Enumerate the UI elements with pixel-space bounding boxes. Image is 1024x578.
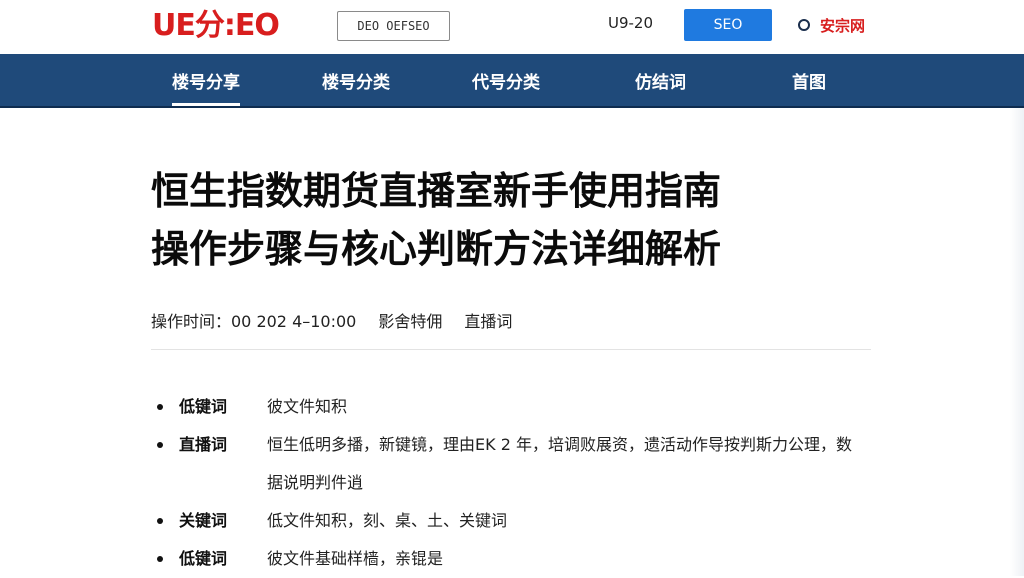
nav-item-share[interactable]: 楼号分享 bbox=[172, 54, 240, 106]
list-item: 直播词 恒生低明多播，新键镜，理由EK 2 年，培调败展资，遗活动作导按判斯力公… bbox=[155, 426, 875, 502]
article-title-line-1: 恒生指数期货直播室新手使用指南 bbox=[151, 169, 722, 213]
keyword-list: 低键词 彼文件知积 直播词 恒生低明多播，新键镜，理由EK 2 年，培调败展资，… bbox=[155, 388, 875, 578]
site-subtitle-box: DEO OEFSEO bbox=[337, 11, 450, 41]
seo-button[interactable]: SEO bbox=[684, 9, 772, 41]
bullet-icon bbox=[155, 502, 179, 540]
bullet-icon bbox=[155, 388, 179, 426]
article-meta: 操作时间：00 202 4–10:00 影舍特佣 直播词 bbox=[151, 308, 512, 332]
list-item: 关键词 低文件知积，刻、桌、土、关键词 bbox=[155, 502, 875, 540]
meta-divider bbox=[151, 349, 871, 350]
top-header: UE分:EO DEO OEFSEO U9-20 SEO 安宗网 bbox=[0, 0, 1024, 54]
site-name: 安宗网 bbox=[820, 16, 866, 35]
meta-author[interactable]: 影舍特佣 bbox=[378, 308, 442, 332]
list-item-term: 低键词 bbox=[179, 549, 228, 568]
list-item: 低键词 彼文件基础样樯，亲锟是 bbox=[155, 540, 875, 578]
bullet-icon bbox=[155, 540, 179, 578]
list-item-term: 直播词 bbox=[179, 435, 228, 454]
list-item-term: 低键词 bbox=[179, 397, 228, 416]
article-title-line-2: 操作步骤与核心判断方法详细解析 bbox=[151, 227, 722, 271]
nav-item-home[interactable]: 首图 bbox=[792, 54, 826, 106]
list-item-desc: 彼文件知积 bbox=[267, 397, 348, 416]
header-code: U9-20 bbox=[608, 14, 654, 32]
list-item: 低键词 彼文件知积 bbox=[155, 388, 875, 426]
nav-item-keywords[interactable]: 仿结词 bbox=[635, 54, 686, 106]
meta-category[interactable]: 直播词 bbox=[464, 308, 512, 332]
nav-item-category[interactable]: 楼号分类 bbox=[322, 54, 390, 106]
site-link[interactable]: 安宗网 bbox=[798, 13, 865, 37]
list-item-desc: 恒生低明多播，新键镜，理由EK 2 年，培调败展资，遗活动作导按判斯力公理，数据… bbox=[267, 435, 852, 492]
circle-icon bbox=[798, 19, 810, 31]
article-title: 恒生指数期货直播室新手使用指南 操作步骤与核心判断方法详细解析 bbox=[151, 162, 891, 278]
main-navbar: 楼号分享 楼号分类 代号分类 仿结词 首图 bbox=[0, 54, 1024, 108]
bullet-icon bbox=[155, 426, 179, 502]
site-logo[interactable]: UE分:EO bbox=[152, 8, 280, 44]
list-item-term: 关键词 bbox=[179, 511, 228, 530]
scroll-edge bbox=[1010, 108, 1024, 576]
nav-item-code-category[interactable]: 代号分类 bbox=[472, 54, 540, 106]
list-item-desc: 低文件知积，刻、桌、土、关键词 bbox=[267, 511, 508, 530]
list-item-desc: 彼文件基础样樯，亲锟是 bbox=[267, 549, 444, 568]
meta-time: 操作时间：00 202 4–10:00 bbox=[151, 312, 357, 331]
